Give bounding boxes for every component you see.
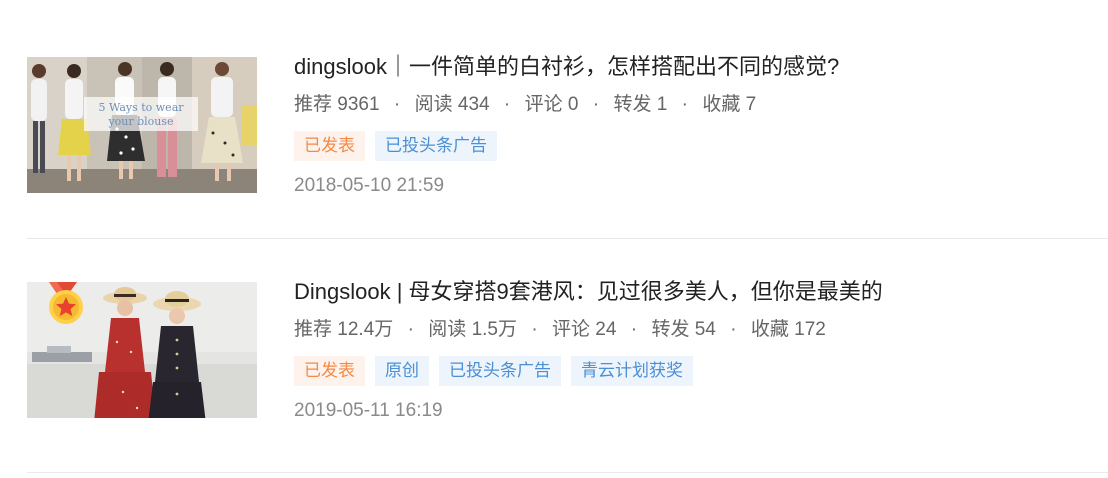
stat-value: 0 (567, 94, 579, 115)
list-divider (27, 472, 1108, 473)
article-thumbnail[interactable]: 5 Ways to wear your blouse (27, 57, 257, 193)
stat-favorite: 收藏 7 (702, 91, 756, 119)
stat-label: 转发 (613, 94, 652, 115)
stat-label: 推荐 (294, 319, 333, 340)
stat-favorite: 收藏 172 (751, 316, 826, 344)
article-date: 2019-05-11 16:19 (294, 400, 443, 421)
article-thumbnail[interactable] (27, 282, 257, 418)
stat-label: 评论 (524, 94, 563, 115)
stat-recommend: 推荐 9361 (294, 91, 380, 119)
stat-label: 收藏 (750, 319, 789, 340)
stat-separator: · (531, 319, 538, 340)
article-title[interactable]: Dingslook | 母女穿搭9套港风：见过很多美人，但你是最美的 (294, 276, 883, 308)
stat-label: 转发 (651, 319, 690, 340)
tag-toutiao-ad: 已投头条广告 (439, 356, 561, 386)
stat-separator: · (730, 319, 737, 340)
stat-separator: · (592, 94, 600, 115)
article-stats: 推荐 9361 · 阅读 434 · 评论 0 · 转发 1 · 收藏 7 (294, 91, 756, 119)
thumbnail-overlay-line1: 5 Ways to wear (98, 101, 184, 114)
article-date: 2018-05-10 21:59 (294, 175, 445, 196)
tag-toutiao-ad: 已投头条广告 (375, 131, 497, 161)
stat-comment: 评论 0 (525, 91, 579, 119)
article-tags: 已发表 已投头条广告 (294, 131, 507, 161)
stat-label: 评论 (552, 319, 591, 340)
article-item: 5 Ways to wear your blouse dingslook｜一件简… (0, 54, 1108, 233)
stat-value: 54 (694, 319, 716, 340)
stat-label: 阅读 (414, 94, 453, 115)
stat-separator: · (407, 319, 414, 340)
tag-published: 已发表 (294, 356, 365, 386)
stat-read: 阅读 1.5万 (428, 316, 517, 344)
article-stats: 推荐 12.4万 · 阅读 1.5万 · 评论 24 · 转发 54 · 收藏 172 (294, 316, 826, 344)
stat-label: 收藏 (702, 94, 741, 115)
stat-comment: 评论 24 (552, 316, 616, 344)
stat-separator: · (393, 94, 401, 115)
article-title[interactable]: dingslook｜一件简单的白衬衫，怎样搭配出不同的感觉? (294, 51, 839, 83)
article-tags: 已发表 原创 已投头条广告 青云计划获奖 (294, 356, 703, 386)
stat-share: 转发 54 (651, 316, 715, 344)
stat-separator: · (630, 319, 638, 340)
article-item: Dingslook | 母女穿搭9套港风：见过很多美人，但你是最美的 推荐 12… (0, 279, 1108, 458)
stat-separator: · (503, 94, 511, 115)
stat-value: 24 (595, 319, 617, 340)
stat-label: 阅读 (428, 319, 467, 340)
stat-value: 9361 (337, 94, 380, 115)
tag-published: 已发表 (294, 131, 365, 161)
stat-value: 1 (656, 94, 668, 115)
stat-value: 1.5万 (471, 319, 517, 340)
thumbnail-overlay-line2: your blouse (107, 115, 173, 128)
stat-value: 172 (794, 319, 826, 340)
stat-value: 12.4万 (337, 319, 394, 340)
tag-original: 原创 (375, 356, 429, 386)
stat-value: 434 (457, 94, 490, 115)
stat-read: 阅读 434 (415, 91, 490, 119)
stat-recommend: 推荐 12.4万 (294, 316, 393, 344)
stat-label: 推荐 (294, 94, 333, 115)
tag-qingyun-award: 青云计划获奖 (571, 356, 693, 386)
stat-share: 转发 1 (613, 91, 667, 119)
stat-separator: · (681, 94, 688, 115)
list-divider (27, 238, 1108, 239)
stat-value: 7 (745, 94, 757, 115)
